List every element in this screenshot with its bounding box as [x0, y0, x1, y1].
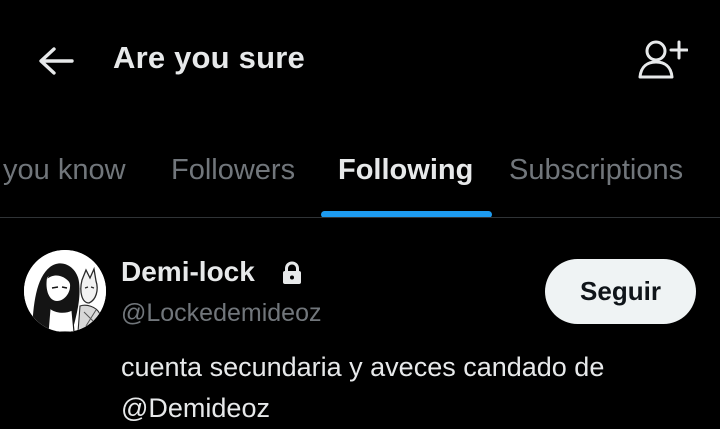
back-button[interactable]: [36, 42, 76, 82]
user-list-item[interactable]: Demi-lock @Lockedemideoz Seguir cuenta s…: [0, 219, 720, 426]
tab-bar: you know Followers Following Subscriptio…: [0, 140, 720, 220]
user-bio: cuenta secundaria y aveces candado de @D…: [121, 347, 701, 429]
tab-subscriptions[interactable]: Subscriptions: [509, 154, 683, 187]
lock-icon: [283, 261, 301, 284]
add-user-icon: [638, 40, 689, 79]
page-title: Are you sure: [113, 40, 305, 75]
arrow-left-icon: [39, 47, 74, 75]
top-bar: Are you sure: [0, 0, 720, 120]
add-user-button[interactable]: [636, 38, 689, 82]
bio-line: cuenta secundaria y aveces candado de: [121, 352, 605, 382]
tab-followers[interactable]: Followers: [171, 154, 295, 187]
user-handle: @Lockedemideoz: [121, 299, 322, 327]
avatar[interactable]: [24, 250, 106, 332]
tab-you-know[interactable]: you know: [3, 154, 126, 187]
user-name[interactable]: Demi-lock: [121, 256, 255, 288]
divider: [0, 217, 720, 218]
tab-following[interactable]: Following: [338, 154, 473, 187]
follow-button[interactable]: Seguir: [545, 259, 696, 324]
bio-mention-link[interactable]: @Demideoz: [121, 388, 701, 429]
